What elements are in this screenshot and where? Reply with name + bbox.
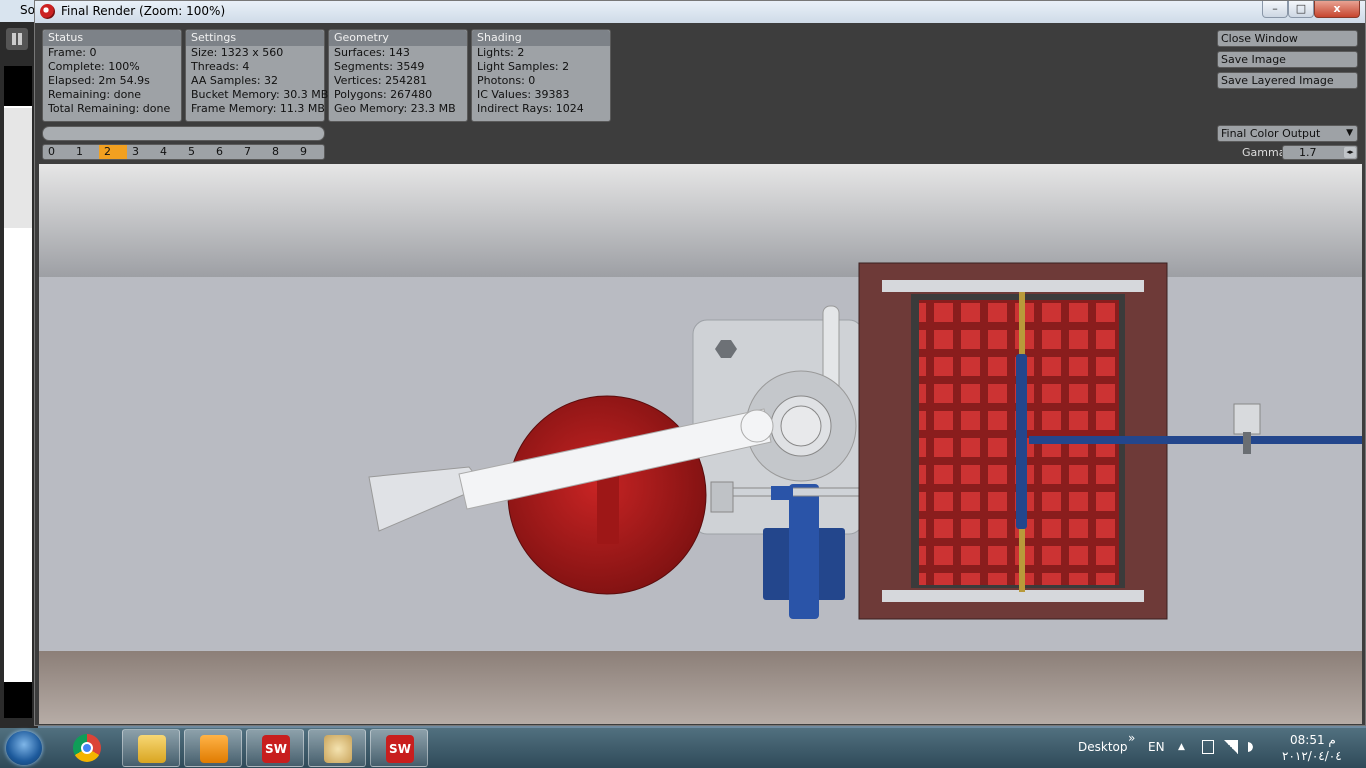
settings-aa-samples: AA Samples: 32 — [191, 74, 279, 87]
shading-ic-values: IC Values: 39383 — [477, 88, 570, 101]
buffer-button-4[interactable]: 4 — [155, 145, 183, 159]
buffer-button-3[interactable]: 3 — [127, 145, 155, 159]
media-player-icon — [200, 735, 228, 763]
shading-photons: Photons: 0 — [477, 74, 536, 87]
taskbar-chrome[interactable] — [58, 729, 116, 767]
save-image-button[interactable]: Save Image — [1217, 51, 1358, 68]
output-buffer-value: Final Color Output — [1221, 127, 1321, 140]
rendered-image — [39, 164, 1362, 724]
background-app-titlebar[interactable]: So — [0, 0, 38, 22]
buffer-button-0[interactable]: 0 — [43, 145, 71, 159]
settings-frame-memory: Frame Memory: 11.3 MB — [191, 102, 325, 115]
app-logo-icon — [40, 4, 55, 19]
settings-threads: Threads: 4 — [191, 60, 250, 73]
desktop-toolbar[interactable]: Desktop — [1078, 740, 1128, 754]
status-frame: Frame: 0 — [48, 46, 97, 59]
window-title: Final Render (Zoom: 100%) — [61, 4, 226, 18]
taskbar-media-player[interactable] — [184, 729, 242, 767]
shading-light-samples: Light Samples: 2 — [477, 60, 570, 73]
geometry-geo-memory: Geo Memory: 23.3 MB — [334, 102, 456, 115]
status-header: Status — [43, 30, 181, 46]
taskbar: SW SW Desktop » EN ▲ 08:51 م ٢٠١٢/٠٤/٠٤ — [0, 728, 1366, 768]
geometry-vertices: Vertices: 254281 — [334, 74, 428, 87]
taskbar-solidworks-render[interactable]: SW — [370, 729, 428, 767]
gamma-value: 1.7 — [1299, 146, 1317, 159]
shading-lights: Lights: 2 — [477, 46, 525, 59]
background-app-gray-strip — [4, 108, 32, 228]
paint-icon — [324, 735, 352, 763]
shading-header: Shading — [472, 30, 610, 46]
background-app-black-strip — [4, 66, 32, 106]
settings-bucket-memory: Bucket Memory: 30.3 MB — [191, 88, 329, 101]
background-app-window[interactable]: So — [0, 0, 38, 728]
close-window-button[interactable]: Close Window — [1217, 30, 1358, 47]
clock-time[interactable]: 08:51 م — [1290, 733, 1336, 747]
gamma-input[interactable]: 1.7 ◂▸ — [1282, 145, 1358, 160]
buffer-button-9[interactable]: 9 — [295, 145, 323, 159]
settings-header: Settings — [186, 30, 324, 46]
windows-start-icon[interactable] — [6, 731, 42, 765]
background-app-black-strip — [4, 682, 32, 718]
buffer-button-1[interactable]: 1 — [71, 145, 99, 159]
geometry-surfaces: Surfaces: 143 — [334, 46, 410, 59]
final-render-window: Final Render (Zoom: 100%) – □ x Status F… — [34, 0, 1366, 726]
pause-icon[interactable] — [6, 28, 28, 50]
geometry-header: Geometry — [329, 30, 467, 46]
status-remaining: Remaining: done — [48, 88, 142, 101]
volume-icon[interactable] — [1248, 740, 1262, 754]
save-layered-image-button[interactable]: Save Layered Image — [1217, 72, 1358, 89]
clock-date[interactable]: ٢٠١٢/٠٤/٠٤ — [1282, 749, 1342, 763]
chrome-icon — [73, 734, 101, 762]
render-progress-bar — [42, 126, 325, 141]
geometry-polygons: Polygons: 267480 — [334, 88, 433, 101]
settings-panel: Settings Size: 1323 x 560 Threads: 4 AA … — [185, 29, 329, 122]
shading-indirect-rays: Indirect Rays: 1024 — [477, 102, 584, 115]
shading-panel: Shading Lights: 2 Light Samples: 2 Photo… — [471, 29, 611, 122]
buffer-button-8[interactable]: 8 — [267, 145, 295, 159]
taskbar-explorer[interactable] — [122, 729, 180, 767]
language-indicator[interactable]: EN — [1148, 740, 1165, 754]
status-panel: Status Frame: 0 Complete: 100% Elapsed: … — [42, 29, 182, 122]
geometry-panel: Geometry Surfaces: 143 Segments: 3549 Ve… — [328, 29, 468, 122]
maximize-button[interactable]: □ — [1288, 1, 1314, 18]
taskbar-solidworks[interactable]: SW — [246, 729, 304, 767]
chevron-down-icon: ▼ — [1346, 128, 1353, 138]
status-total-remaining: Total Remaining: done — [48, 102, 171, 115]
status-elapsed: Elapsed: 2m 54.9s — [48, 74, 150, 87]
settings-size: Size: 1323 x 560 — [191, 46, 284, 59]
buffer-button-6[interactable]: 6 — [211, 145, 239, 159]
title-bar[interactable]: Final Render (Zoom: 100%) – □ x — [35, 1, 1365, 23]
minimize-button[interactable]: – — [1262, 1, 1288, 18]
buffer-button-5[interactable]: 5 — [183, 145, 211, 159]
buffer-button-7[interactable]: 7 — [239, 145, 267, 159]
geometry-segments: Segments: 3549 — [334, 60, 425, 73]
buffer-selector: 0 1 2 3 4 5 6 7 8 9 — [42, 144, 325, 160]
status-complete: Complete: 100% — [48, 60, 140, 73]
folder-icon — [138, 735, 166, 763]
output-buffer-select[interactable]: Final Color Output ▼ — [1217, 125, 1358, 142]
taskbar-paint[interactable] — [308, 729, 366, 767]
toolbar-chevron-icon[interactable]: » — [1128, 731, 1135, 745]
show-hidden-icons[interactable]: ▲ — [1178, 742, 1185, 752]
solidworks-icon: SW — [262, 735, 290, 763]
gamma-label: Gamma — [1242, 146, 1286, 159]
close-button[interactable]: x — [1314, 1, 1360, 18]
buffer-button-2[interactable]: 2 — [99, 145, 127, 159]
spinner-icon[interactable]: ◂▸ — [1344, 147, 1356, 158]
background-app-title: So — [20, 3, 35, 17]
network-icon[interactable] — [1224, 740, 1238, 754]
render-viewport — [39, 164, 1362, 724]
solidworks-icon: SW — [386, 735, 414, 763]
action-center-icon[interactable] — [1202, 740, 1214, 754]
